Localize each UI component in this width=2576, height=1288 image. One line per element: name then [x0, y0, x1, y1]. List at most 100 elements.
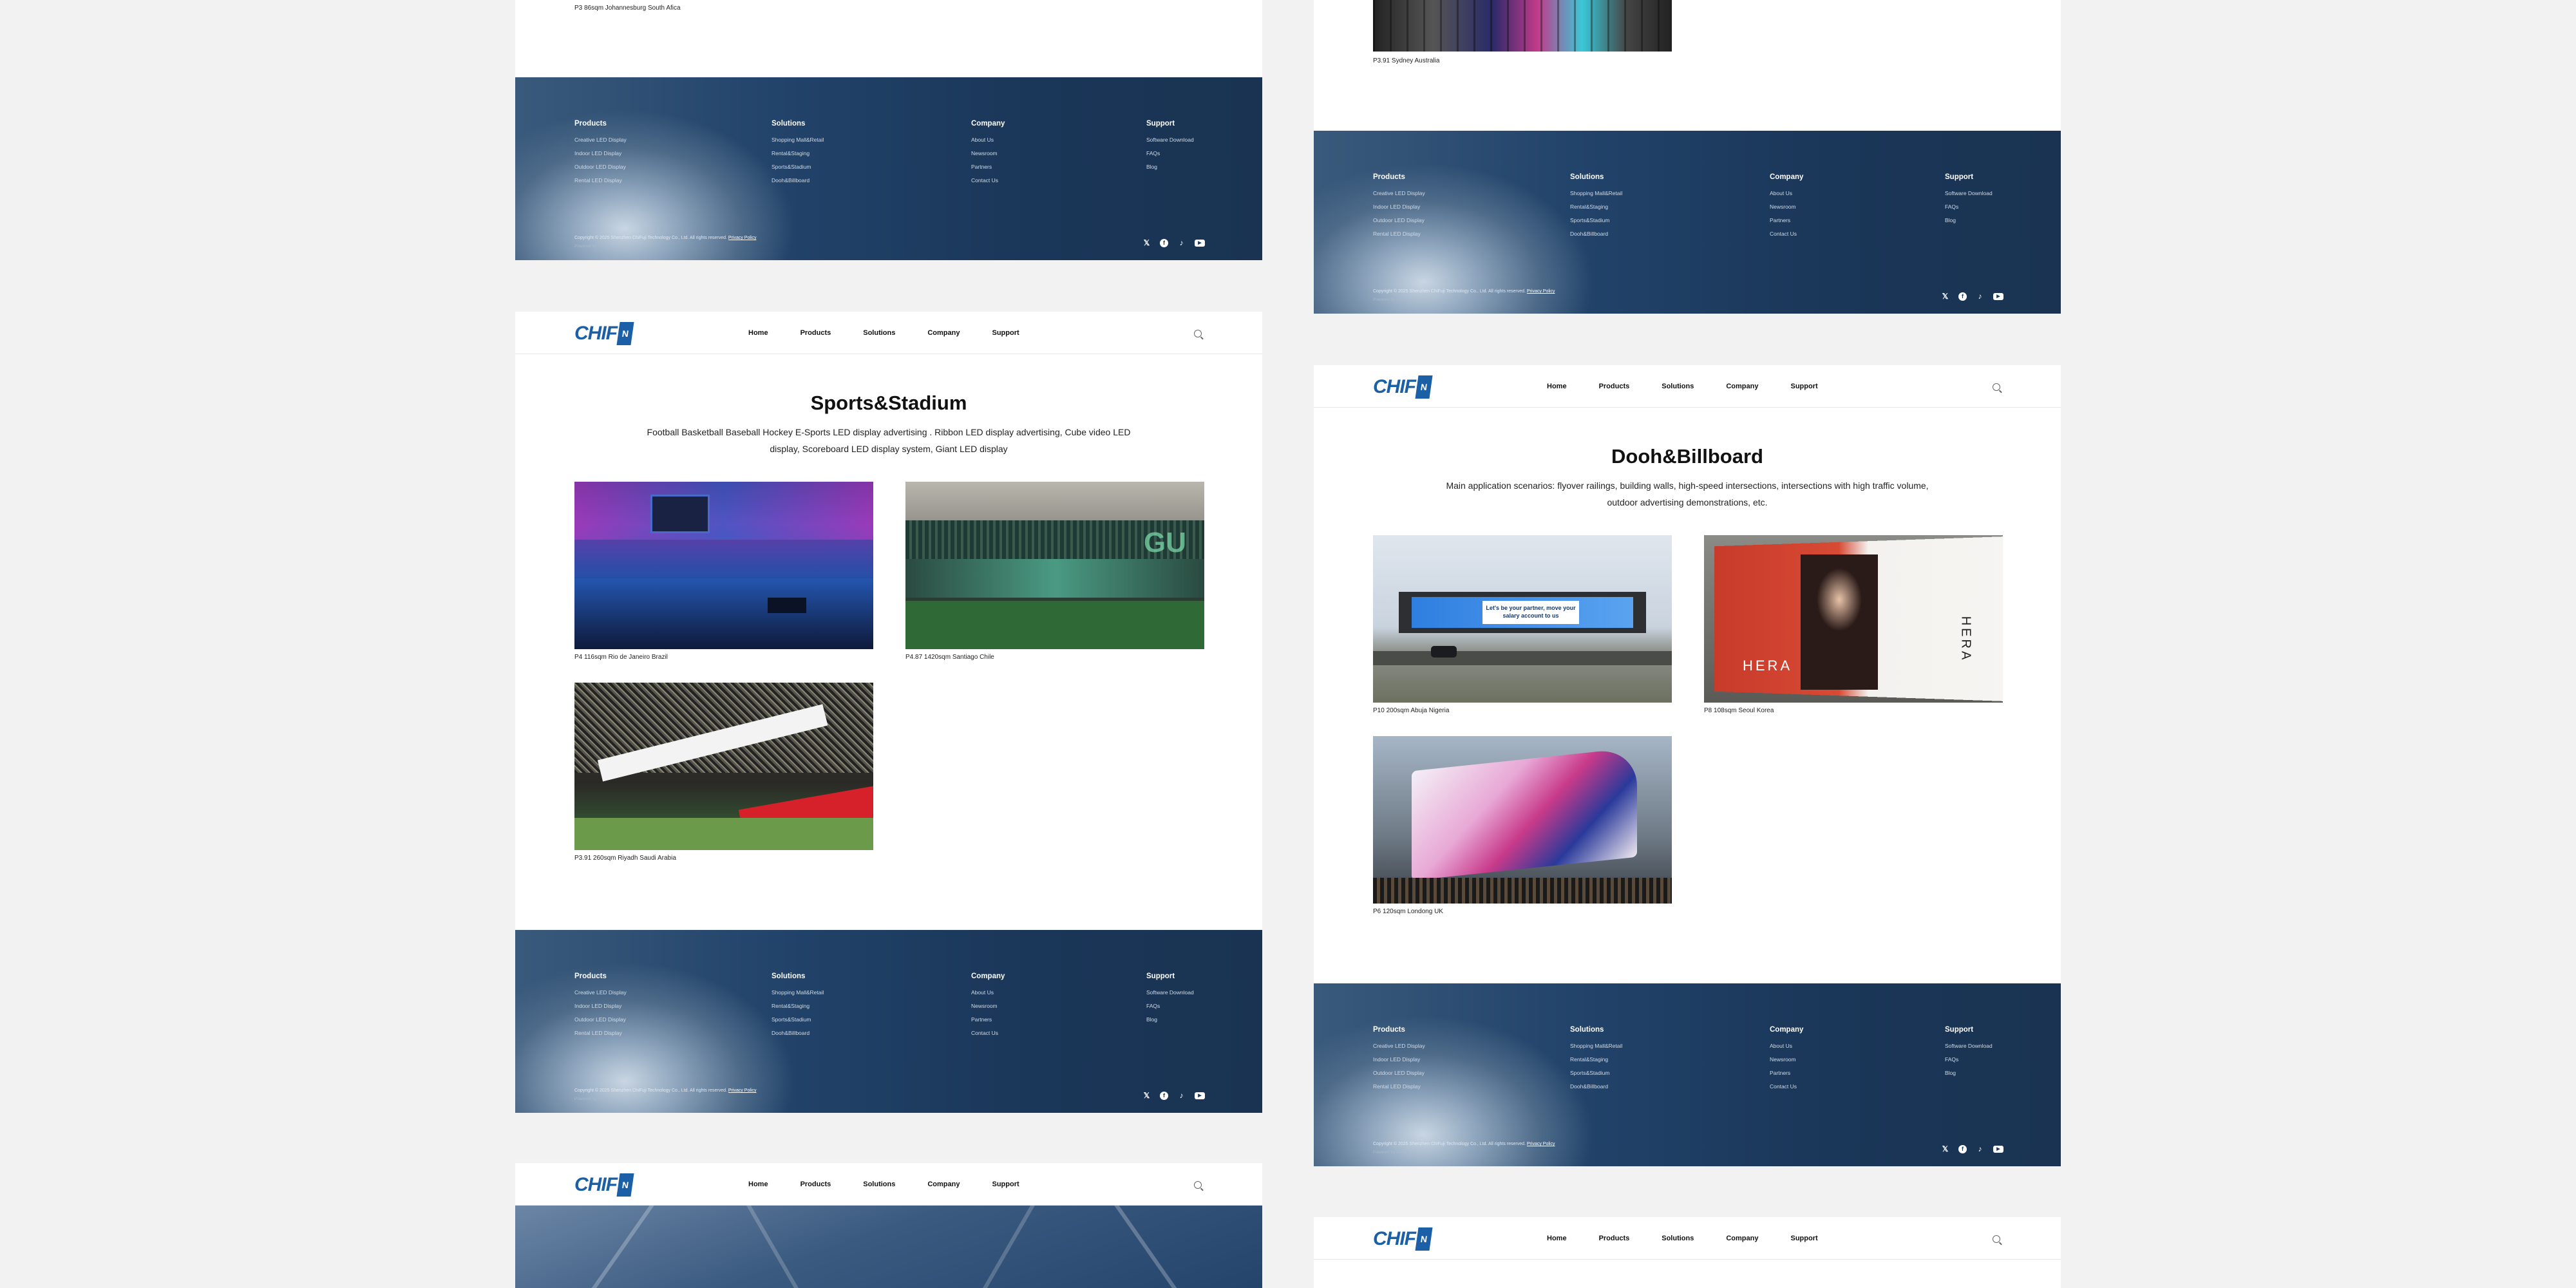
case-image[interactable]: GU	[905, 482, 1204, 649]
nav-home[interactable]: Home	[1547, 383, 1567, 390]
footer-link[interactable]: About Us	[971, 137, 1005, 143]
footer-link[interactable]: Software Download	[1146, 989, 1194, 996]
nav-company[interactable]: Company	[1726, 383, 1758, 390]
footer-link[interactable]: Software Download	[1945, 1043, 1993, 1049]
logo[interactable]: CHIF N	[1373, 1227, 1433, 1251]
footer-link[interactable]: Rental LED Display	[574, 177, 627, 184]
nav-home[interactable]: Home	[1547, 1235, 1567, 1242]
footer-link[interactable]: Rental&Staging	[772, 1003, 824, 1009]
footer-link[interactable]: Creative LED Display	[1373, 190, 1425, 196]
footer-link[interactable]: Sports&Stadium	[1570, 217, 1622, 223]
x-icon[interactable]: 𝕏	[1941, 1145, 1949, 1153]
youtube-icon[interactable]: ▶	[1993, 293, 2003, 300]
search-icon[interactable]	[1993, 1235, 2000, 1243]
privacy-link[interactable]: Privacy Policy	[1527, 289, 1555, 294]
privacy-link[interactable]: Privacy Policy	[728, 1088, 757, 1093]
facebook-icon[interactable]: f	[1958, 292, 1967, 301]
footer-link[interactable]: Partners	[1770, 217, 1803, 223]
footer-link[interactable]: Blog	[1945, 1070, 1993, 1076]
case-image[interactable]: HERA HERA	[1704, 535, 2003, 703]
tiktok-icon[interactable]: ♪	[1976, 1145, 1984, 1153]
x-icon[interactable]: 𝕏	[1142, 239, 1151, 247]
footer-link[interactable]: Rental&Staging	[1570, 204, 1622, 210]
facebook-icon[interactable]: f	[1160, 1092, 1168, 1100]
footer-link[interactable]: Shopping Mall&Retail	[772, 989, 824, 996]
footer-link[interactable]: Indoor LED Display	[1373, 1056, 1425, 1063]
youtube-icon[interactable]: ▶	[1195, 1092, 1205, 1099]
case-image[interactable]: Let's be your partner, move your salary …	[1373, 535, 1672, 703]
youtube-icon[interactable]: ▶	[1993, 1146, 2003, 1153]
footer-link[interactable]: FAQs	[1146, 1003, 1194, 1009]
footer-link[interactable]: Contact Us	[1770, 231, 1803, 237]
logo[interactable]: CHIF N	[574, 322, 634, 345]
footer-link[interactable]: Dooh&Billboard	[772, 1030, 824, 1036]
footer-link[interactable]: Sports&Stadium	[1570, 1070, 1622, 1076]
footer-link[interactable]: Partners	[971, 1016, 1005, 1023]
footer-link[interactable]: Shopping Mall&Retail	[1570, 1043, 1622, 1049]
nav-company[interactable]: Company	[927, 1180, 960, 1188]
footer-link[interactable]: Dooh&Billboard	[772, 177, 824, 184]
nav-solutions[interactable]: Solutions	[863, 1180, 895, 1188]
logo[interactable]: CHIF N	[1373, 375, 1433, 399]
footer-link[interactable]: Rental LED Display	[1373, 231, 1425, 237]
facebook-icon[interactable]: f	[1958, 1145, 1967, 1153]
footer-link[interactable]: About Us	[1770, 190, 1803, 196]
footer-link[interactable]: Sports&Stadium	[772, 164, 824, 170]
case-image[interactable]	[574, 482, 873, 649]
footer-link[interactable]: About Us	[971, 989, 1005, 996]
footer-link[interactable]: FAQs	[1945, 204, 1993, 210]
privacy-link[interactable]: Privacy Policy	[1527, 1142, 1555, 1146]
search-icon[interactable]	[1993, 383, 2000, 391]
logo[interactable]: CHIF N	[574, 1173, 634, 1197]
footer-link[interactable]: Rental&Staging	[772, 150, 824, 156]
footer-link[interactable]: Blog	[1945, 217, 1993, 223]
footer-link[interactable]: FAQs	[1146, 150, 1194, 156]
case-image[interactable]	[1373, 736, 1672, 904]
nav-support[interactable]: Support	[1790, 1235, 1817, 1242]
case-image[interactable]	[1373, 0, 1672, 52]
footer-link[interactable]: Indoor LED Display	[574, 1003, 627, 1009]
nav-products[interactable]: Products	[800, 329, 831, 337]
nav-products[interactable]: Products	[800, 1180, 831, 1188]
facebook-icon[interactable]: f	[1160, 239, 1168, 247]
footer-link[interactable]: Outdoor LED Display	[574, 164, 627, 170]
nav-solutions[interactable]: Solutions	[1662, 1235, 1694, 1242]
footer-link[interactable]: Shopping Mall&Retail	[1570, 190, 1622, 196]
footer-link[interactable]: Indoor LED Display	[574, 150, 627, 156]
nav-home[interactable]: Home	[748, 329, 768, 337]
footer-link[interactable]: Software Download	[1146, 137, 1194, 143]
nav-products[interactable]: Products	[1599, 1235, 1630, 1242]
x-icon[interactable]: 𝕏	[1142, 1092, 1151, 1100]
x-icon[interactable]: 𝕏	[1941, 292, 1949, 301]
footer-link[interactable]: Newsroom	[971, 150, 1005, 156]
case-image[interactable]	[574, 683, 873, 850]
footer-link[interactable]: Indoor LED Display	[1373, 204, 1425, 210]
footer-link[interactable]: Creative LED Display	[1373, 1043, 1425, 1049]
nav-home[interactable]: Home	[748, 1180, 768, 1188]
footer-link[interactable]: Newsroom	[1770, 1056, 1803, 1063]
footer-link[interactable]: Outdoor LED Display	[574, 1016, 627, 1023]
tiktok-icon[interactable]: ♪	[1976, 292, 1984, 301]
footer-link[interactable]: Contact Us	[971, 1030, 1005, 1036]
footer-link[interactable]: Partners	[1770, 1070, 1803, 1076]
footer-link[interactable]: About Us	[1770, 1043, 1803, 1049]
footer-link[interactable]: Shopping Mall&Retail	[772, 137, 824, 143]
footer-link[interactable]: Contact Us	[1770, 1083, 1803, 1090]
footer-link[interactable]: Dooh&Billboard	[1570, 231, 1622, 237]
nav-company[interactable]: Company	[927, 329, 960, 337]
footer-link[interactable]: Blog	[1146, 164, 1194, 170]
search-icon[interactable]	[1194, 1181, 1202, 1189]
footer-link[interactable]: Newsroom	[971, 1003, 1005, 1009]
footer-link[interactable]: Outdoor LED Display	[1373, 217, 1425, 223]
nav-support[interactable]: Support	[992, 1180, 1019, 1188]
youtube-icon[interactable]: ▶	[1195, 240, 1205, 247]
nav-support[interactable]: Support	[1790, 383, 1817, 390]
tiktok-icon[interactable]: ♪	[1177, 1092, 1186, 1100]
footer-link[interactable]: Dooh&Billboard	[1570, 1083, 1622, 1090]
nav-solutions[interactable]: Solutions	[863, 329, 895, 337]
footer-link[interactable]: Software Download	[1945, 190, 1993, 196]
search-icon[interactable]	[1194, 330, 1202, 337]
nav-support[interactable]: Support	[992, 329, 1019, 337]
footer-link[interactable]: Rental LED Display	[1373, 1083, 1425, 1090]
footer-link[interactable]: Contact Us	[971, 177, 1005, 184]
